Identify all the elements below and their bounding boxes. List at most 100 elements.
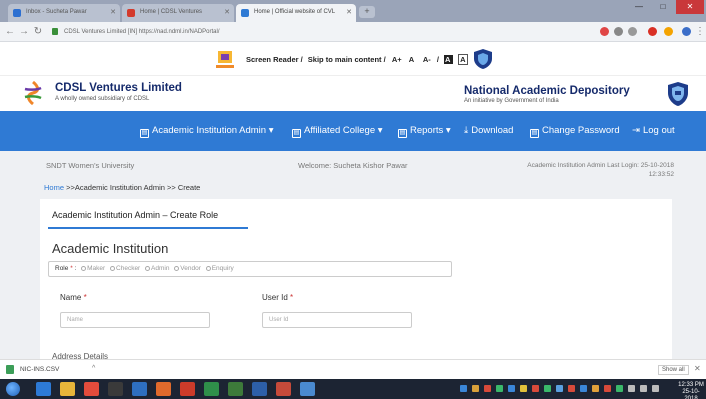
close-tab-icon[interactable]: ✕: [224, 8, 230, 16]
role-option-enquiry[interactable]: Enquiry: [205, 265, 234, 272]
light-theme-button[interactable]: A: [458, 54, 468, 65]
tray-icon[interactable]: [604, 385, 611, 392]
firefox-icon[interactable]: [156, 382, 171, 396]
browser-tab-cdsl[interactable]: Home | CDSL Ventures ✕: [122, 4, 234, 22]
section-title: Academic Institution: [52, 241, 169, 256]
tray-icon[interactable]: [580, 385, 587, 392]
show-all-button[interactable]: Show all: [658, 365, 689, 375]
tray-icon[interactable]: [472, 385, 479, 392]
new-tab-button[interactable]: +: [359, 6, 375, 18]
close-tab-icon[interactable]: ✕: [346, 8, 352, 16]
browser-tab-inbox[interactable]: Inbox - Sucheta Pawar ✕: [8, 4, 120, 22]
tray-icon[interactable]: [616, 385, 623, 392]
site-header: CDSL Ventures Limited A wholly owned sub…: [0, 75, 706, 109]
ie-icon[interactable]: [36, 382, 51, 396]
csv-file-icon: [6, 365, 14, 374]
role-option-maker[interactable]: Maker: [81, 265, 105, 272]
nav-download[interactable]: ⤓ Download: [464, 125, 513, 136]
star-icon[interactable]: [628, 27, 637, 36]
role-option-admin[interactable]: Admin: [145, 265, 169, 272]
word-icon[interactable]: [252, 382, 267, 396]
tray-icon[interactable]: [592, 385, 599, 392]
active-tab-indicator: [48, 227, 248, 229]
back-icon[interactable]: ←: [4, 25, 16, 39]
font-normal-button[interactable]: A: [408, 55, 417, 64]
tray-icon[interactable]: [556, 385, 563, 392]
tray-icon[interactable]: [460, 385, 467, 392]
nad-emblem-icon: [474, 49, 492, 69]
nad-subtitle: An initiative by Government of India: [464, 98, 559, 104]
nav-reports[interactable]: ▤ Reports ▾: [398, 125, 451, 138]
nav-change-password[interactable]: ▤ Change Password: [530, 125, 620, 138]
extension-icon[interactable]: [600, 27, 609, 36]
tray-icon[interactable]: [544, 385, 551, 392]
tray-icon[interactable]: [568, 385, 575, 392]
tray-icon[interactable]: [484, 385, 491, 392]
gmail-icon: [127, 9, 135, 17]
bookmark-icon[interactable]: [614, 27, 623, 36]
volume-icon[interactable]: [640, 385, 647, 392]
key-icon: ▤: [530, 129, 539, 138]
skip-to-main-link[interactable]: Skip to main content /: [308, 55, 386, 64]
media-icon[interactable]: [108, 382, 123, 396]
nav-logout[interactable]: ⇥ Log out: [632, 125, 675, 136]
nav-affiliated-college[interactable]: ▤ Affiliated College ▾: [292, 125, 383, 138]
download-menu-icon[interactable]: ^: [92, 365, 95, 372]
reload-icon[interactable]: ↻: [32, 25, 44, 39]
tray-icon[interactable]: [496, 385, 503, 392]
close-window-button[interactable]: ✕: [676, 0, 704, 14]
menu-icon[interactable]: ⋮: [694, 25, 706, 39]
profile-icon[interactable]: [682, 27, 691, 36]
close-tab-icon[interactable]: ✕: [110, 8, 116, 16]
tab-create-role[interactable]: Academic Institution Admin – Create Role: [52, 210, 218, 220]
dark-theme-button[interactable]: A: [444, 55, 454, 64]
pdf-icon[interactable]: [276, 382, 291, 396]
role-field: Role * : Maker Checker Admin Vendor Enqu…: [48, 261, 452, 277]
name-input[interactable]: Name: [60, 312, 210, 328]
spreadsheet-icon[interactable]: [228, 382, 243, 396]
language-icon[interactable]: [652, 385, 659, 392]
download-item[interactable]: NIC-INS.CSV: [20, 366, 59, 373]
tray-icon[interactable]: [508, 385, 515, 392]
breadcrumb: Home >>Academic Institution Admin >> Cre…: [44, 183, 201, 192]
excel-icon[interactable]: [204, 382, 219, 396]
folder-icon[interactable]: [300, 382, 315, 396]
font-increase-button[interactable]: A+: [391, 55, 403, 64]
drive-icon[interactable]: [664, 27, 673, 36]
opera-icon[interactable]: [648, 27, 657, 36]
download-icon: ⤓: [464, 125, 469, 136]
userid-label: User Id *: [262, 293, 294, 302]
minimize-button[interactable]: —: [628, 0, 650, 14]
radio-icon: [145, 265, 151, 271]
main-nav: ▤ Academic Institution Admin ▾ ▤ Affiliate…: [0, 111, 706, 151]
radio-icon: [110, 265, 116, 271]
forward-icon[interactable]: →: [18, 25, 30, 39]
college-icon: ▤: [292, 129, 301, 138]
nav-academic-institution-admin[interactable]: ▤ Academic Institution Admin ▾: [140, 125, 273, 138]
start-icon[interactable]: [6, 382, 20, 396]
userid-input[interactable]: User Id: [262, 312, 412, 328]
screen-reader-link[interactable]: Screen Reader /: [246, 55, 303, 64]
taskbar: 12:33 PM 25-10-2018: [0, 379, 706, 399]
maximize-button[interactable]: □: [652, 0, 674, 14]
url-input[interactable]: CDSL Ventures Limited [IN] https://nad.n…: [50, 25, 570, 39]
breadcrumb-home-link[interactable]: Home: [44, 183, 64, 192]
admin-icon: ▤: [140, 129, 149, 138]
tray-icon[interactable]: [532, 385, 539, 392]
system-clock[interactable]: 12:33 PM 25-10-2018: [676, 382, 706, 399]
powerpoint-icon[interactable]: [180, 382, 195, 396]
radio-icon: [81, 265, 87, 271]
app-icon[interactable]: [132, 382, 147, 396]
tray-icon[interactable]: [520, 385, 527, 392]
radio-icon: [205, 265, 211, 271]
browser-tab-strip: Inbox - Sucheta Pawar ✕ Home | CDSL Vent…: [0, 0, 706, 22]
role-option-vendor[interactable]: Vendor: [174, 265, 201, 272]
font-decrease-button[interactable]: A-: [422, 55, 432, 64]
network-icon[interactable]: [628, 385, 635, 392]
role-option-checker[interactable]: Checker: [110, 265, 140, 272]
mail-icon: [13, 9, 21, 17]
chrome-icon[interactable]: [84, 382, 99, 396]
close-downloads-icon[interactable]: ✕: [694, 364, 701, 373]
browser-tab-active[interactable]: Home | Official website of CVL ✕: [236, 4, 356, 22]
explorer-icon[interactable]: [60, 382, 75, 396]
